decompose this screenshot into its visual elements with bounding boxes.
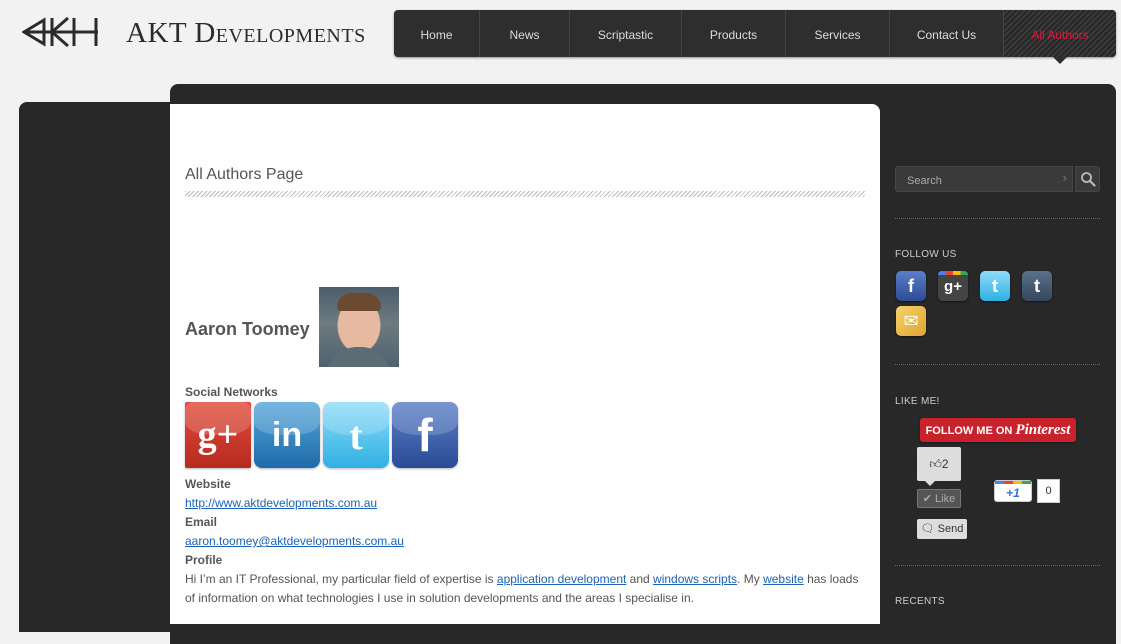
check-icon: ✔ (922, 493, 932, 505)
sidebar-divider (895, 218, 1100, 219)
google-plus-icon[interactable]: g+ (185, 402, 251, 468)
pinterest-brand: Pinterest (1015, 422, 1071, 438)
email-link[interactable]: aaron.toomey@aktdevelopments.com.au (185, 534, 404, 548)
author-avatar (319, 287, 399, 367)
website-label: Website (185, 477, 231, 491)
author-name: Aaron Toomey (185, 319, 310, 339)
fb-send-button[interactable]: 🗨︎ Send (917, 519, 967, 539)
sidebar-divider (895, 364, 1100, 365)
search-input[interactable]: Search (895, 166, 1073, 192)
nav-services[interactable]: Services (786, 10, 890, 57)
content-panel: All Authors Page Aaron Toomey Social Net… (170, 104, 880, 624)
nav-products[interactable]: Products (682, 10, 786, 57)
recents-heading: RECENTS (895, 596, 945, 607)
email-label: Email (185, 515, 218, 529)
main-nav: Home News Scriptastic Products Services … (394, 10, 1116, 64)
fb-like-count-value: 2 (941, 457, 949, 471)
search-icon (1081, 172, 1096, 187)
facebook-icon[interactable]: f (896, 271, 926, 301)
google-plus-icon[interactable]: g+ (938, 271, 968, 301)
site-logo[interactable]: AKT Developments (22, 14, 365, 50)
social-networks-label: Social Networks (185, 385, 278, 399)
application-development-link[interactable]: application development (497, 572, 626, 586)
profile-text-part: and (626, 572, 654, 586)
page-title: All Authors Page (185, 166, 304, 183)
title-divider (185, 191, 865, 197)
facebook-icon[interactable]: f (392, 402, 458, 468)
fb-like-label: Like (935, 493, 956, 505)
akt-logo-mark-icon (22, 16, 98, 48)
fb-like-button[interactable]: ✔ Like (917, 489, 961, 508)
rss-icon[interactable]: ✉ (896, 306, 926, 336)
author-social-links: g+ in t f (185, 402, 458, 468)
website-inline-link[interactable]: website (763, 572, 804, 586)
search-button[interactable] (1075, 166, 1100, 192)
website-link[interactable]: http://www.aktdevelopments.com.au (185, 496, 377, 510)
twitter-icon[interactable]: t (980, 271, 1010, 301)
fb-like-count: 👍︎2 (917, 447, 961, 486)
gplus-one-button[interactable]: +1 (994, 480, 1032, 502)
nav-contact-us[interactable]: Contact Us (890, 10, 1004, 57)
like-me-heading: LIKE ME! (895, 396, 940, 407)
tumblr-icon[interactable]: t (1022, 271, 1052, 301)
nav-scriptastic[interactable]: Scriptastic (570, 10, 682, 57)
profile-label: Profile (185, 553, 223, 567)
thumbs-up-icon: 👍︎ (929, 457, 942, 471)
profile-text-part: Hi I’m an IT Professional, my particular… (185, 572, 497, 586)
twitter-icon[interactable]: t (323, 402, 389, 468)
nav-all-authors[interactable]: All Authors (1004, 10, 1116, 64)
speech-bubble-icon: 🗨︎ (920, 523, 935, 535)
nav-home[interactable]: Home (394, 10, 480, 57)
follow-us-heading: FOLLOW US (895, 249, 957, 260)
gplus-count: 0 (1037, 479, 1060, 503)
windows-scripts-link[interactable]: windows scripts (653, 572, 737, 586)
sidebar-divider (895, 565, 1100, 566)
profile-text-part: . My (737, 572, 764, 586)
site-title: AKT Developments (126, 17, 366, 49)
nav-news[interactable]: News (480, 10, 570, 57)
linkedin-icon[interactable]: in (254, 402, 320, 468)
pinterest-prefix: FOLLOW ME ON (925, 425, 1013, 437)
left-frame (19, 102, 189, 632)
profile-text: Hi I’m an IT Professional, my particular… (185, 570, 865, 608)
fb-send-label: Send (937, 523, 964, 535)
pinterest-follow-button[interactable]: FOLLOW ME ON Pinterest (920, 418, 1076, 442)
